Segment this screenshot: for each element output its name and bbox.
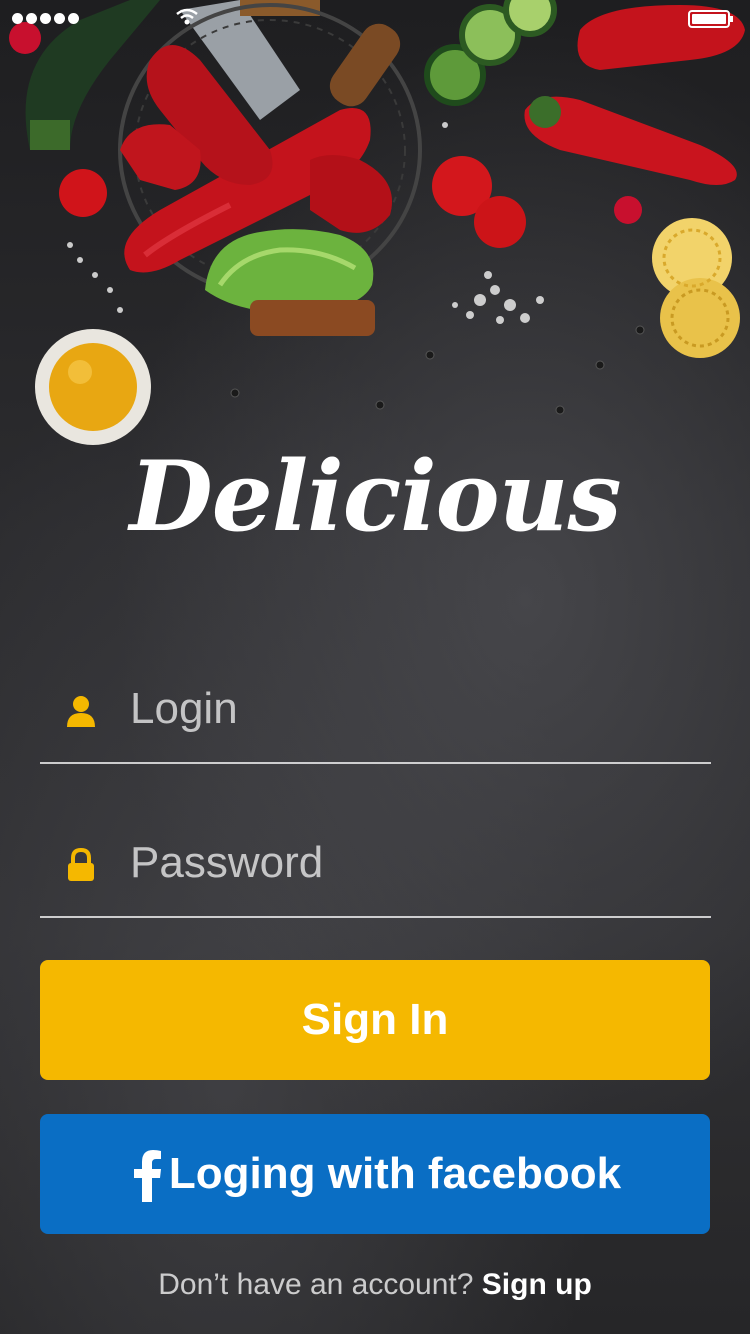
battery-icon (688, 10, 733, 28)
sign-in-button[interactable]: Sign In (40, 960, 710, 1080)
sign-up-link[interactable]: Sign up (482, 1268, 592, 1301)
status-bar (0, 0, 750, 40)
facebook-login-button[interactable]: Loging with facebook (40, 1114, 710, 1234)
lock-icon (68, 848, 94, 881)
facebook-login-label: Loging with facebook (168, 1149, 622, 1198)
password-input[interactable] (128, 830, 702, 896)
wifi-icon (176, 8, 198, 25)
app-logo: Delicious (129, 440, 621, 553)
password-field[interactable] (40, 806, 711, 918)
signup-prompt-text: Don’t have an account? (158, 1268, 474, 1301)
sign-in-label: Sign In (301, 995, 449, 1044)
signal-dots-icon (12, 13, 79, 24)
login-field[interactable] (40, 652, 711, 764)
signup-prompt: Don’t have an account? Sign up (0, 1268, 750, 1302)
user-icon (67, 696, 95, 727)
facebook-icon (134, 1150, 161, 1202)
login-input[interactable] (128, 676, 702, 742)
food-background-image (9, 0, 745, 445)
